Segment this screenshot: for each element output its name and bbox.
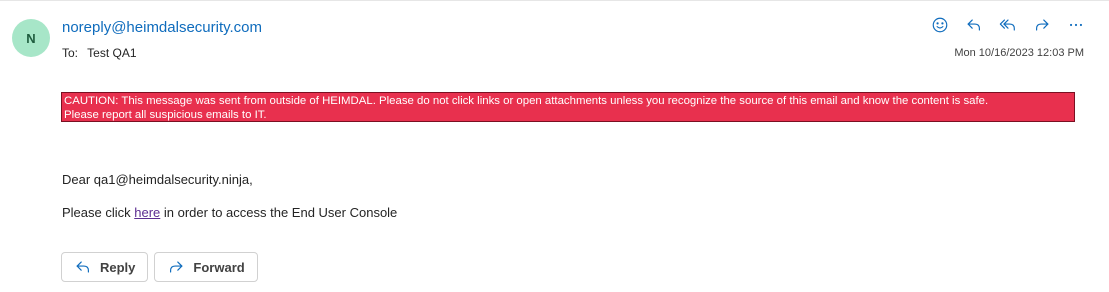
sender-address[interactable]: noreply@heimdalsecurity.com <box>62 19 262 36</box>
top-divider <box>0 0 1109 1</box>
reply-icon <box>967 19 980 31</box>
more-icon <box>1069 23 1082 27</box>
email-reading-pane: N noreply@heimdalsecurity.com To: Test Q… <box>0 0 1109 292</box>
greeting-text: Dear qa1@heimdalsecurity.ninja, <box>62 172 253 187</box>
more-actions-button[interactable] <box>1062 14 1089 36</box>
forward-icon <box>1035 19 1048 31</box>
console-link[interactable]: here <box>134 205 160 220</box>
forward-icon <box>170 261 183 273</box>
reply-button[interactable]: Reply <box>61 252 149 282</box>
message-actions <box>926 14 1089 36</box>
external-caution-banner: CAUTION: This message was sent from outs… <box>61 92 1075 122</box>
sender-avatar[interactable]: N <box>12 19 50 57</box>
received-timestamp: Mon 10/16/2023 12:03 PM <box>954 47 1084 59</box>
to-label: To: <box>62 46 79 60</box>
recipient-name[interactable]: Test QA1 <box>87 46 136 60</box>
body-text-after-link: in order to access the End User Console <box>160 205 398 220</box>
caution-report-text: Please report all suspicious emails to I… <box>64 109 267 121</box>
reply-icon <box>76 261 89 273</box>
emoji-icon <box>932 17 947 33</box>
forward-button[interactable]: Forward <box>154 252 258 282</box>
reply-button-label: Reply <box>100 259 136 275</box>
emoji-reaction-button[interactable] <box>926 14 953 36</box>
forward-button-label: Forward <box>193 259 245 275</box>
reply-action-button[interactable] <box>960 14 987 36</box>
caution-text: CAUTION: This message was sent from outs… <box>64 95 989 107</box>
body-paragraph: Please click here in order to access the… <box>62 205 397 220</box>
recipient-line: To: Test QA1 <box>62 46 137 60</box>
quick-reply-bar: Reply Forward <box>61 252 258 282</box>
reply-all-icon <box>999 19 1015 31</box>
forward-action-button[interactable] <box>1028 14 1055 36</box>
body-text-before-link: Please click <box>62 205 135 220</box>
reply-all-action-button[interactable] <box>994 14 1021 36</box>
